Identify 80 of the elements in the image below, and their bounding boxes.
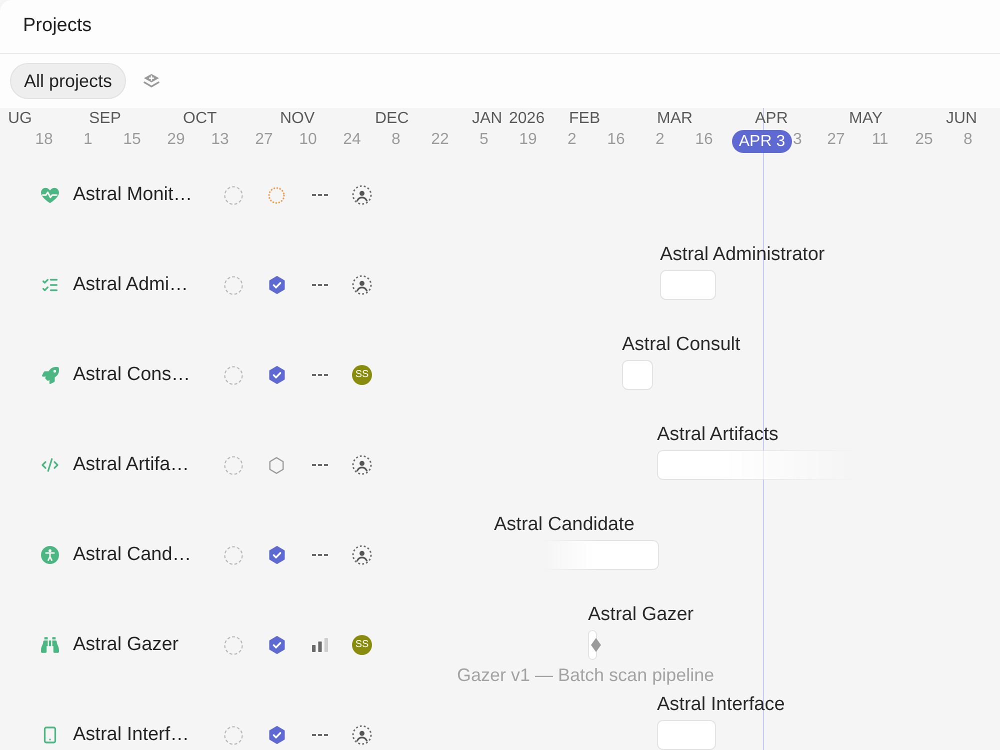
month-label: JUN: [946, 109, 978, 128]
day-label: 27: [827, 130, 845, 149]
bar-label: Astral Artifacts: [657, 424, 778, 446]
month-label: NOV: [280, 109, 315, 128]
rocket-icon: [42, 366, 58, 384]
bar-label: Astral Consult: [622, 334, 740, 356]
day-label: 18: [35, 130, 53, 149]
check-badge-icon[interactable]: [268, 636, 284, 654]
layers-plus-icon[interactable]: [143, 73, 160, 89]
user-dashed-icon[interactable]: [352, 545, 372, 565]
dashes-icon[interactable]: [312, 194, 328, 196]
dashes-icon[interactable]: [312, 734, 328, 736]
project-name[interactable]: Astral Monit…: [73, 184, 210, 206]
year-label: 2026: [509, 109, 545, 128]
day-label: 15: [123, 130, 141, 149]
month-label: DEC: [375, 109, 409, 128]
bar-label: Astral Gazer: [588, 604, 694, 626]
day-label: 22: [431, 130, 449, 149]
project-name[interactable]: Astral Admi…: [73, 274, 210, 296]
view-tab[interactable]: All projects: [10, 63, 126, 99]
month-label: JAN: [472, 109, 502, 128]
day-label: 13: [211, 130, 229, 149]
project-name[interactable]: Astral Gazer: [73, 634, 210, 656]
code-icon: [41, 456, 59, 474]
user-dashed-icon[interactable]: [352, 725, 372, 745]
month-label: OCT: [183, 109, 217, 128]
diamond-icon[interactable]: [591, 638, 601, 652]
smartphone-icon: [41, 726, 59, 744]
day-label: 8: [964, 130, 972, 149]
dashes-icon[interactable]: [312, 464, 328, 466]
month-label: UG: [8, 109, 32, 128]
avatar[interactable]: SS: [352, 365, 372, 385]
day-label: 5: [480, 130, 488, 149]
user-dashed-icon[interactable]: [352, 275, 372, 295]
day-label: 19: [519, 130, 537, 149]
dotted-circle-icon[interactable]: [268, 186, 285, 204]
checklist-icon: [41, 276, 59, 294]
dashes-icon[interactable]: [312, 554, 328, 556]
month-label: MAR: [657, 109, 693, 128]
user-dashed-icon[interactable]: [352, 185, 372, 205]
bar-label: Astral Administrator: [660, 244, 825, 266]
project-name[interactable]: Astral Interf…: [73, 724, 210, 746]
day-label: 24: [343, 130, 361, 149]
project-name[interactable]: Astral Cons…: [73, 364, 210, 386]
page-title: Projects: [23, 14, 92, 38]
day-label: 10: [299, 130, 317, 149]
binoculars-icon: [41, 636, 59, 654]
user-dashed-icon[interactable]: [352, 455, 372, 475]
month-label: MAY: [849, 109, 882, 128]
signal-bars-icon[interactable]: [312, 638, 328, 652]
month-label: SEP: [89, 109, 122, 128]
day-label: 29: [167, 130, 185, 149]
day-label: 27: [255, 130, 273, 149]
bar-label: Astral Candidate: [494, 514, 634, 536]
milestone-label: Gazer v1 — Batch scan pipeline: [457, 664, 714, 686]
month-label: APR: [755, 109, 788, 128]
dashes-icon[interactable]: [312, 374, 328, 376]
avatar[interactable]: SS: [352, 635, 372, 655]
day-label: 25: [915, 130, 933, 149]
project-name[interactable]: Astral Artifa…: [73, 454, 210, 476]
day-label: 11: [872, 130, 888, 149]
day-label: 8: [392, 130, 400, 149]
accessibility-icon: [41, 546, 59, 564]
bar-label: Astral Interface: [657, 694, 785, 716]
day-label: 2: [656, 130, 664, 149]
check-badge-icon[interactable]: [268, 366, 284, 384]
check-badge-icon[interactable]: [268, 726, 284, 744]
day-label: 16: [695, 130, 713, 149]
day-label: 2: [568, 130, 576, 149]
day-label: 1: [84, 130, 92, 149]
day-label: 3: [793, 130, 802, 149]
day-label: 16: [607, 130, 625, 149]
check-badge-icon[interactable]: [268, 276, 284, 294]
month-label: FEB: [569, 109, 600, 128]
project-name[interactable]: Astral Cand…: [73, 544, 210, 566]
today-marker: APR 3: [732, 130, 792, 153]
heart-pulse-icon: [41, 186, 59, 204]
check-badge-icon[interactable]: [268, 546, 284, 564]
dashes-icon[interactable]: [312, 284, 328, 286]
hexagon-icon[interactable]: [269, 456, 284, 474]
